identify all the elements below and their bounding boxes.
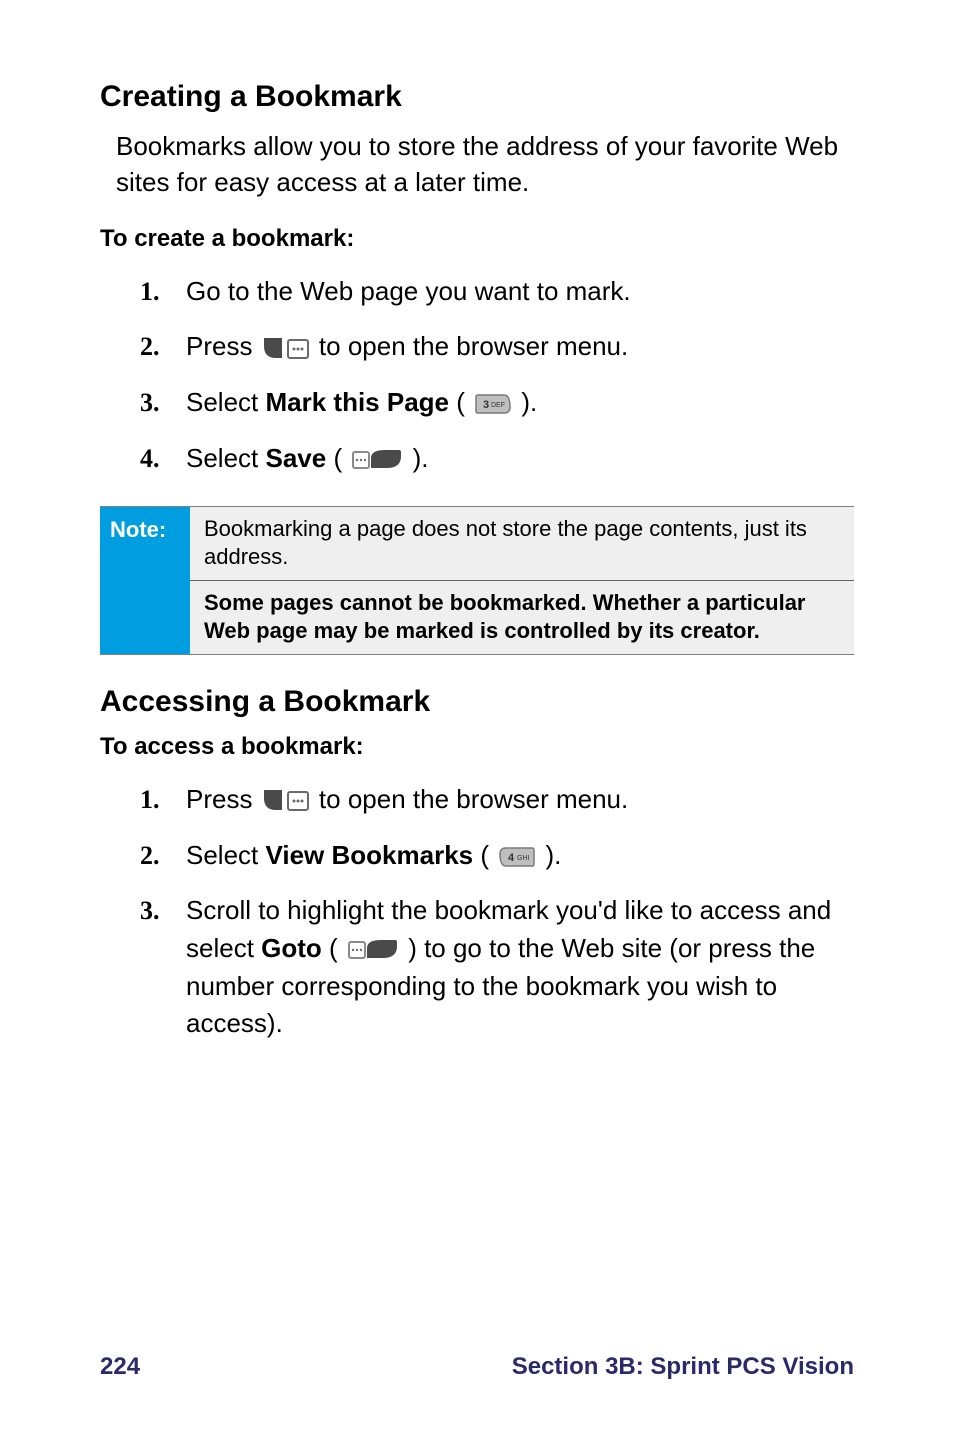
- step-text-open: (: [456, 387, 465, 417]
- step-access-1: 1. Press to open the browser menu.: [140, 781, 854, 819]
- step-text-close: ).: [521, 387, 537, 417]
- note-label: Note:: [100, 506, 190, 654]
- step-create-1: 1. Go to the Web page you want to mark.: [140, 273, 854, 311]
- step-text-post: to open the browser menu.: [319, 784, 628, 814]
- heading-accessing-bookmark: Accessing a Bookmark: [100, 685, 854, 719]
- step-access-3: 3. Scroll to highlight the bookmark you'…: [140, 892, 854, 1043]
- note-line-1: Bookmarking a page does not store the pa…: [190, 507, 854, 581]
- step-text-post: to open the browser menu.: [319, 331, 628, 361]
- step-number: 1.: [140, 781, 160, 819]
- svg-text:3: 3: [483, 399, 489, 411]
- step-text-close: ).: [413, 443, 429, 473]
- step-number: 2.: [140, 328, 160, 366]
- step-create-2: 2. Press to open the browser menu.: [140, 328, 854, 366]
- step-number: 3.: [140, 384, 160, 422]
- key-3-icon: 3 DEF: [474, 393, 512, 415]
- step-create-4: 4. Select Save ( ).: [140, 440, 854, 478]
- step-create-3: 3. Select Mark this Page ( 3 DEF ).: [140, 384, 854, 422]
- svg-text:4: 4: [508, 852, 515, 864]
- steps-access: 1. Press to open the browser menu. 2. Se…: [100, 781, 854, 1043]
- key-4-icon: 4 GHI: [498, 846, 536, 868]
- footer: 224 Section 3B: Sprint PCS Vision: [100, 1353, 854, 1381]
- note-box: Note: Bookmarking a page does not store …: [100, 506, 854, 655]
- softkey-menu-icon: [262, 788, 310, 814]
- step-text-pre: Select: [186, 387, 266, 417]
- step-text-pre: Press: [186, 784, 260, 814]
- svg-text:GHI: GHI: [517, 855, 530, 862]
- note-line-2: Some pages cannot be bookmarked. Whether…: [190, 581, 854, 654]
- step-text-open: (: [480, 840, 489, 870]
- step-number: 3.: [140, 892, 160, 930]
- step-text-close: ).: [546, 840, 562, 870]
- subhead-to-create: To create a bookmark:: [100, 225, 854, 253]
- step-text-open: (: [333, 443, 342, 473]
- svg-text:DEF: DEF: [491, 402, 505, 409]
- step-text-pre: Press: [186, 331, 260, 361]
- step-number: 1.: [140, 273, 160, 311]
- heading-creating-bookmark: Creating a Bookmark: [100, 80, 854, 114]
- intro-paragraph: Bookmarks allow you to store the address…: [100, 128, 854, 201]
- step-text-bold: Save: [266, 443, 327, 473]
- step-number: 4.: [140, 440, 160, 478]
- step-number: 2.: [140, 837, 160, 875]
- step-text-open: (: [329, 933, 338, 963]
- step-text-bold: Mark this Page: [266, 387, 450, 417]
- step-text-bold: View Bookmarks: [266, 840, 474, 870]
- softkey-menu-icon: [262, 336, 310, 362]
- note-body: Bookmarking a page does not store the pa…: [190, 506, 854, 654]
- subhead-to-access: To access a bookmark:: [100, 733, 854, 761]
- step-text-pre: Select: [186, 443, 266, 473]
- step-text: Go to the Web page you want to mark.: [186, 276, 631, 306]
- step-access-2: 2. Select View Bookmarks ( 4 GHI ).: [140, 837, 854, 875]
- softkey-left-icon: [351, 448, 403, 472]
- page-number: 224: [100, 1353, 140, 1381]
- step-text-pre: Select: [186, 840, 266, 870]
- steps-create: 1. Go to the Web page you want to mark. …: [100, 273, 854, 478]
- section-label: Section 3B: Sprint PCS Vision: [512, 1353, 854, 1381]
- step-text-bold: Goto: [261, 933, 322, 963]
- softkey-left-icon: [347, 938, 399, 962]
- page: Creating a Bookmark Bookmarks allow you …: [0, 0, 954, 1431]
